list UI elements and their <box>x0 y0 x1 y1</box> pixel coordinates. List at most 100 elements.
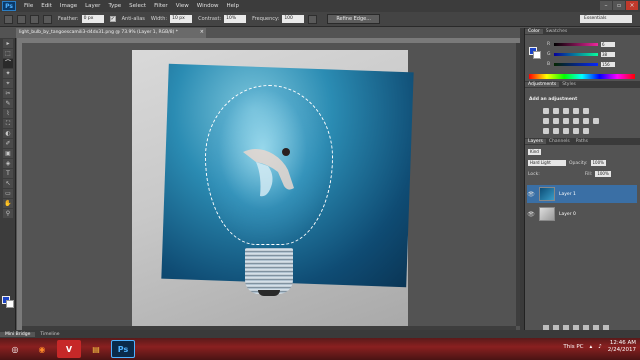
close-window-button[interactable]: × <box>626 1 638 10</box>
eraser-tool-icon[interactable]: ✐ <box>3 139 13 148</box>
crop-tool-icon[interactable]: ⌖ <box>3 79 13 88</box>
menu-help[interactable]: Help <box>226 3 239 9</box>
color-background-swatch[interactable] <box>533 51 541 59</box>
hand-tool-icon[interactable]: ✋ <box>3 199 13 208</box>
firefox-icon[interactable]: ◉ <box>30 340 54 358</box>
this-pc-label[interactable]: This PC <box>563 344 583 350</box>
eyedropper-tool-icon[interactable]: ✂ <box>3 89 13 98</box>
menu-select[interactable]: Select <box>129 3 146 9</box>
lasso-tool-icon[interactable]: ⌒ <box>3 59 13 68</box>
tab-layers[interactable]: Layers <box>525 139 546 144</box>
tab-timeline[interactable]: Timeline <box>35 332 64 337</box>
tab-styles[interactable]: Styles <box>559 82 579 87</box>
visibility-eye-icon[interactable]: 👁 <box>527 211 535 218</box>
pen-pressure-icon[interactable] <box>308 14 318 24</box>
menu-edit[interactable]: Edit <box>41 3 52 9</box>
threshold-icon[interactable] <box>563 128 569 134</box>
start-button-icon[interactable]: ◎ <box>3 340 27 358</box>
contrast-input[interactable]: 10% <box>224 15 247 23</box>
red-slider[interactable] <box>554 42 598 46</box>
black-white-icon[interactable] <box>563 118 569 124</box>
menu-window[interactable]: Window <box>197 3 219 9</box>
hue-saturation-icon[interactable] <box>543 118 549 124</box>
menu-filter[interactable]: Filter <box>154 3 168 9</box>
layer-kind-select[interactable]: Kind <box>528 149 541 155</box>
tab-channels[interactable]: Channels <box>546 139 573 144</box>
quick-select-tool-icon[interactable]: ✦ <box>3 69 13 78</box>
green-slider[interactable] <box>554 52 598 56</box>
blue-slider[interactable] <box>554 62 598 66</box>
clone-stamp-icon[interactable]: ⛶ <box>3 119 13 128</box>
background-color-swatch[interactable] <box>6 300 14 308</box>
blue-value-input[interactable]: 156 <box>601 61 615 67</box>
opacity-input[interactable]: 100% <box>590 160 606 166</box>
move-tool-icon[interactable]: ▸ <box>3 39 13 48</box>
network-icon[interactable]: ▴ <box>590 344 593 350</box>
close-icon[interactable]: × <box>200 29 204 35</box>
visibility-eye-icon[interactable]: 👁 <box>527 191 535 198</box>
tab-swatches[interactable]: Swatches <box>543 29 571 34</box>
fill-label: Fill: <box>584 171 593 177</box>
new-selection-icon[interactable] <box>17 14 26 24</box>
volume-icon[interactable]: ♪ <box>598 344 602 350</box>
exposure-icon[interactable] <box>573 108 579 114</box>
photo-filter-icon[interactable] <box>573 118 579 124</box>
menu-type[interactable]: Type <box>108 3 121 9</box>
tab-color[interactable]: Color <box>525 29 543 34</box>
frequency-input[interactable]: 100 <box>282 15 305 23</box>
workspace-select[interactable]: Essentials <box>580 15 632 23</box>
history-brush-icon[interactable]: ◐ <box>3 129 13 138</box>
blend-mode-select[interactable]: Hard Light <box>528 160 566 166</box>
red-value-input[interactable]: 6 <box>601 41 615 47</box>
menu-file[interactable]: File <box>24 3 33 9</box>
vibrance-icon[interactable] <box>583 108 589 114</box>
layer-row-layer-0[interactable]: 👁 Layer 0 <box>527 205 637 223</box>
color-spectrum[interactable] <box>529 74 635 79</box>
type-tool-icon[interactable]: T <box>3 169 13 178</box>
gradient-tool-icon[interactable]: ▣ <box>3 149 13 158</box>
antialias-checkbox[interactable]: ✓ <box>109 16 116 22</box>
brush-tool-icon[interactable]: ⌇ <box>3 109 13 118</box>
menu-layer[interactable]: Layer <box>85 3 100 9</box>
width-input[interactable]: 10 px <box>170 15 193 23</box>
layer-name: Layer 0 <box>559 211 576 217</box>
dodge-tool-icon[interactable]: ◈ <box>3 159 13 168</box>
posterize-icon[interactable] <box>553 128 559 134</box>
menu-view[interactable]: View <box>176 3 189 9</box>
selective-color-icon[interactable] <box>583 128 589 134</box>
color-balance-icon[interactable] <box>553 118 559 124</box>
blend-row: Hard Light Opacity: 100% <box>528 160 606 166</box>
marquee-tool-icon[interactable]: ⬚ <box>3 49 13 58</box>
path-select-icon[interactable]: ↖ <box>3 179 13 188</box>
tab-paths[interactable]: Paths <box>573 139 591 144</box>
subtract-selection-icon[interactable] <box>43 14 52 24</box>
layer-row-layer-1[interactable]: 👁 Layer 1 <box>527 185 637 203</box>
refine-edge-button[interactable]: Refine Edge... <box>327 14 380 24</box>
tab-mini-bridge[interactable]: Mini Bridge <box>0 331 36 337</box>
add-to-selection-icon[interactable] <box>30 14 39 24</box>
adjustments-panel-tabs: Adjustments Styles <box>525 81 640 88</box>
brightness-icon[interactable] <box>543 108 549 114</box>
zoom-tool-icon[interactable]: ⚲ <box>3 209 13 218</box>
file-explorer-icon[interactable]: ▤ <box>84 340 108 358</box>
tab-adjustments[interactable]: Adjustments <box>525 82 560 87</box>
lasso-tool-preset-icon[interactable] <box>4 14 13 24</box>
vivaldi-icon[interactable]: V <box>57 340 81 358</box>
curves-icon[interactable] <box>563 108 569 114</box>
clock[interactable]: 12:46 AM 2/24/2017 <box>608 340 636 354</box>
feather-input[interactable]: 0 px <box>81 15 104 23</box>
gradient-map-icon[interactable] <box>573 128 579 134</box>
green-value-input[interactable]: 38 <box>601 51 615 57</box>
document-tab[interactable]: light_bulb_by_tangoescamili3-d4dx31.png … <box>16 28 206 38</box>
color-lookup-icon[interactable] <box>593 118 599 124</box>
levels-icon[interactable] <box>553 108 559 114</box>
minimize-button[interactable]: – <box>600 1 612 10</box>
shape-tool-icon[interactable]: ▭ <box>3 189 13 198</box>
healing-brush-icon[interactable]: ✎ <box>3 99 13 108</box>
maximize-button[interactable]: ▫ <box>613 1 625 10</box>
menu-image[interactable]: Image <box>60 3 77 9</box>
invert-icon[interactable] <box>543 128 549 134</box>
fill-input[interactable]: 100% <box>595 171 611 177</box>
channel-mixer-icon[interactable] <box>583 118 589 124</box>
photoshop-taskbar-icon[interactable]: Ps <box>111 340 135 358</box>
